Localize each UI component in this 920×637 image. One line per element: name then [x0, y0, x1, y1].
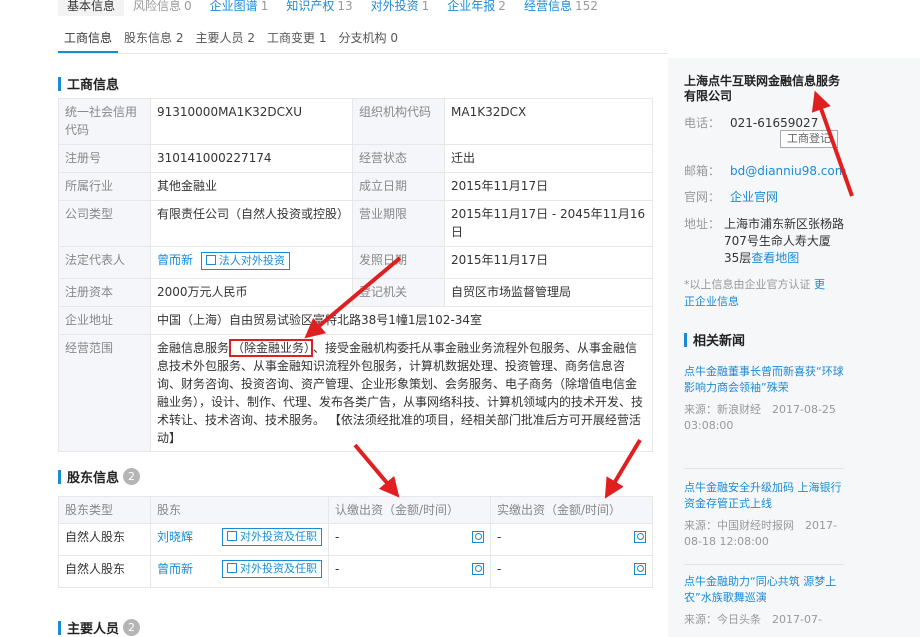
- arrow-to-company-name: [811, 90, 854, 197]
- arrow-to-subscribed: [353, 443, 400, 498]
- arrow-to-paid: [604, 438, 642, 499]
- arrow-to-scope: [304, 256, 402, 339]
- annotation-arrows: [304, 90, 854, 499]
